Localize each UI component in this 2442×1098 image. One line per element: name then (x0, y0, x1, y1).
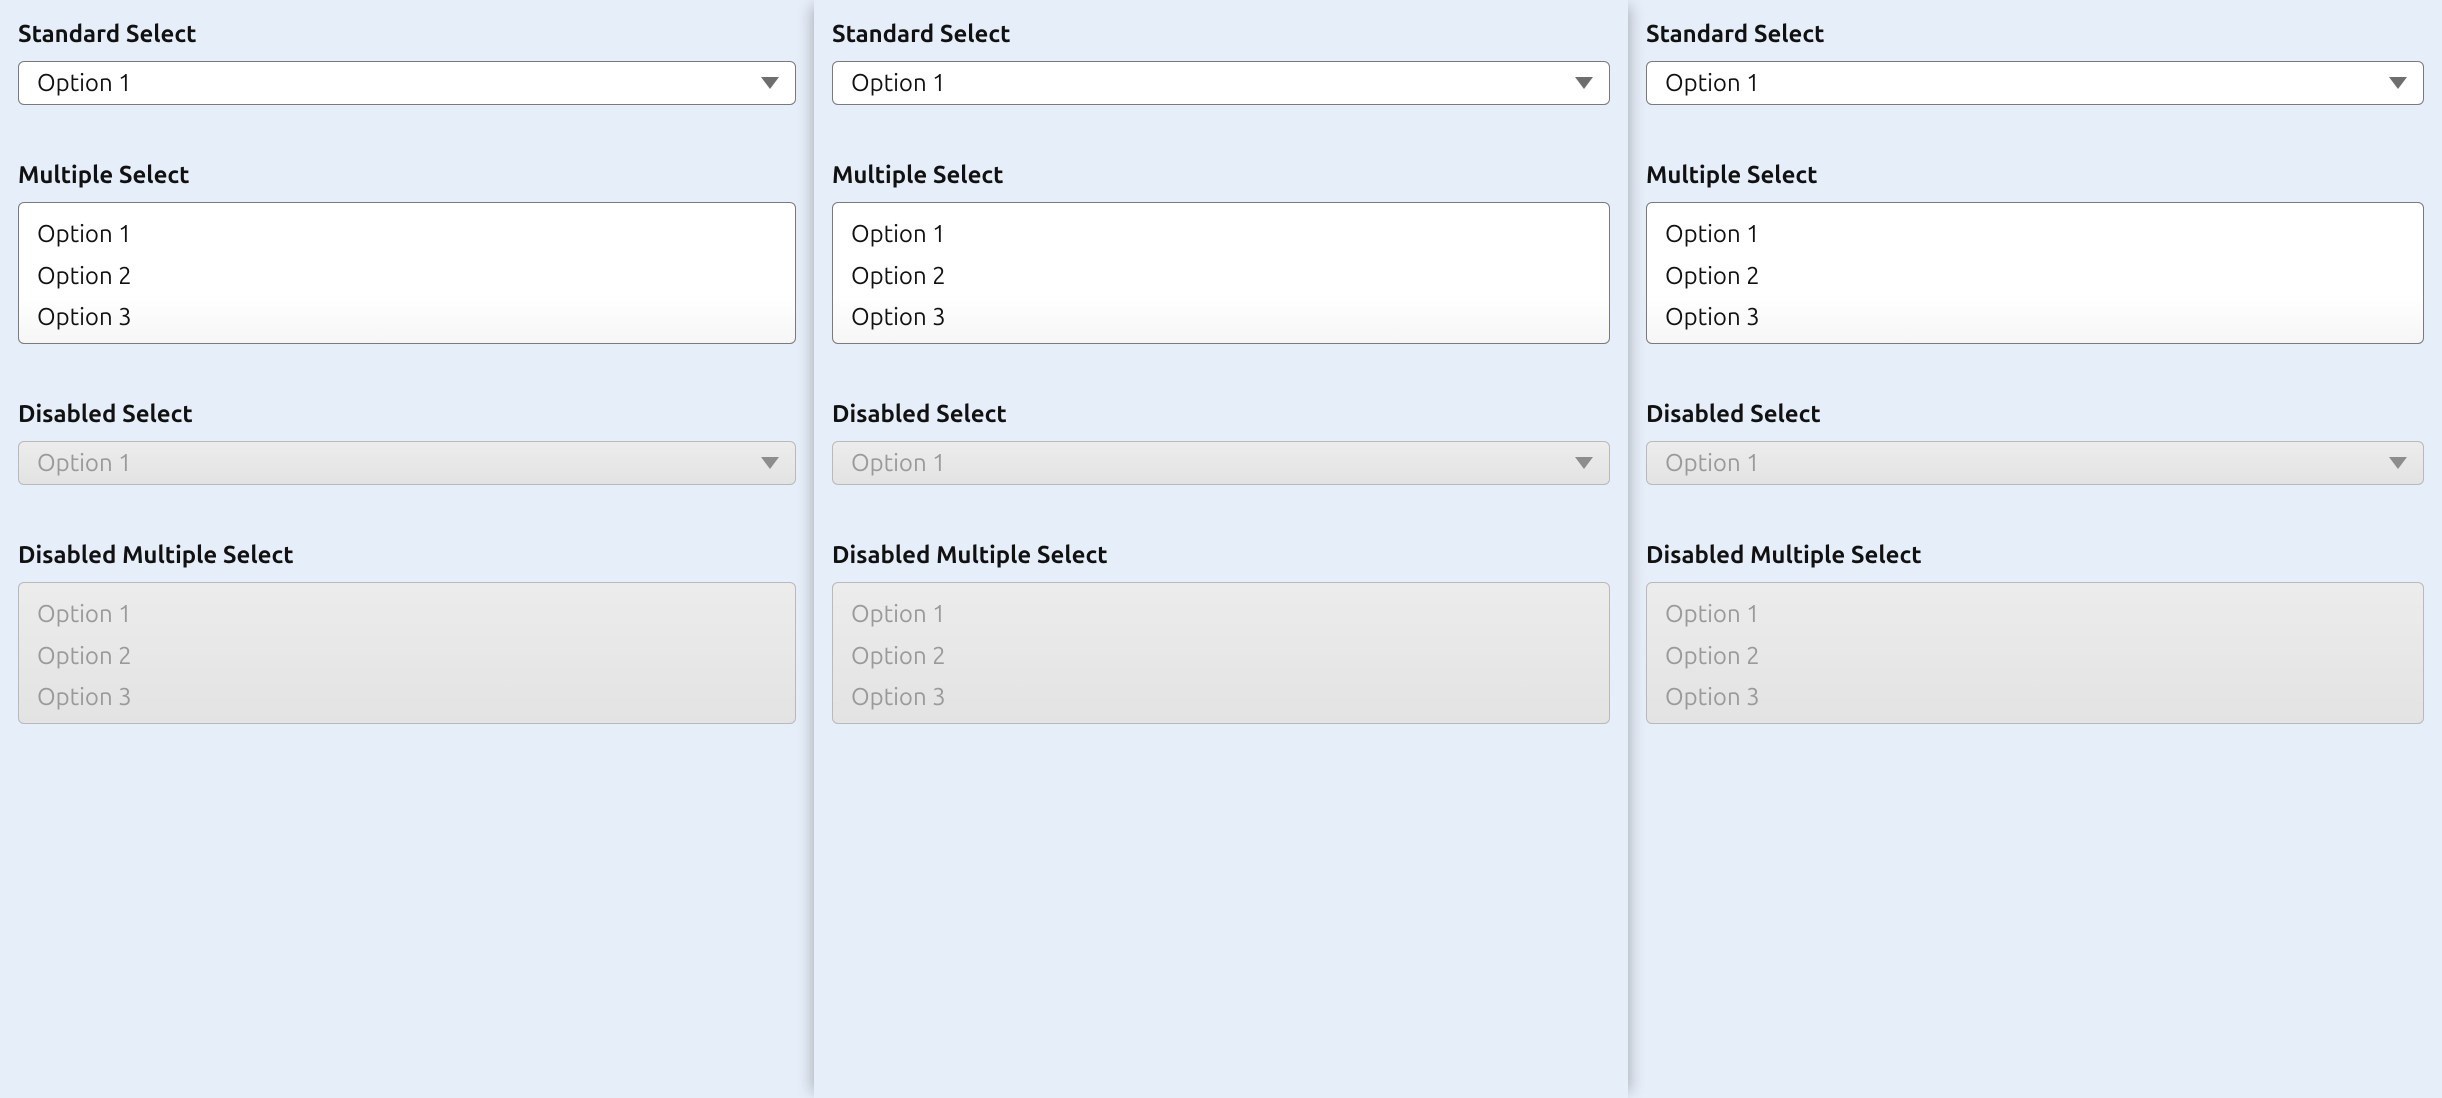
disabled-multiple-option-2: Option 2 (833, 635, 1609, 677)
multiple-select-label: Multiple Select (832, 161, 1610, 188)
disabled-select-label: Disabled Select (1646, 400, 2424, 427)
disabled-multiple-group: Disabled Multiple Select Option 1 Option… (18, 541, 796, 724)
disabled-select-value: Option 1 (37, 451, 132, 475)
disabled-multiple-select: Option 1 Option 2 Option 3 (18, 582, 796, 724)
disabled-multiple-option-3: Option 3 (19, 676, 795, 718)
disabled-select: Option 1 (1646, 441, 2424, 485)
caret-down-icon (761, 77, 779, 89)
standard-select-value: Option 1 (851, 71, 946, 95)
disabled-multiple-group: Disabled Multiple Select Option 1 Option… (832, 541, 1610, 724)
multiple-option-3[interactable]: Option 3 (1647, 296, 2423, 338)
multiple-select-label: Multiple Select (1646, 161, 2424, 188)
disabled-multiple-option-1: Option 1 (833, 593, 1609, 635)
disabled-multiple-label: Disabled Multiple Select (18, 541, 796, 568)
multiple-select-group: Multiple Select Option 1 Option 2 Option… (18, 161, 796, 344)
demo-column-3: Standard Select Option 1 Multiple Select… (1628, 0, 2442, 1098)
multiple-option-2[interactable]: Option 2 (19, 255, 795, 297)
disabled-select: Option 1 (18, 441, 796, 485)
disabled-multiple-option-2: Option 2 (19, 635, 795, 677)
disabled-select-group: Disabled Select Option 1 (832, 400, 1610, 485)
disabled-multiple-option-3: Option 3 (833, 676, 1609, 718)
caret-down-icon (1575, 77, 1593, 89)
disabled-select-group: Disabled Select Option 1 (1646, 400, 2424, 485)
caret-down-icon (1575, 457, 1593, 469)
disabled-multiple-option-1: Option 1 (19, 593, 795, 635)
standard-select-label: Standard Select (832, 20, 1610, 47)
multiple-option-1[interactable]: Option 1 (19, 213, 795, 255)
multiple-select-group: Multiple Select Option 1 Option 2 Option… (832, 161, 1610, 344)
multiple-option-3[interactable]: Option 3 (833, 296, 1609, 338)
disabled-select-label: Disabled Select (18, 400, 796, 427)
demo-column-2: Standard Select Option 1 Multiple Select… (814, 0, 1628, 1098)
caret-down-icon (2389, 77, 2407, 89)
multiple-option-1[interactable]: Option 1 (1647, 213, 2423, 255)
multiple-select[interactable]: Option 1 Option 2 Option 3 (18, 202, 796, 344)
disabled-multiple-label: Disabled Multiple Select (832, 541, 1610, 568)
multiple-option-1[interactable]: Option 1 (833, 213, 1609, 255)
standard-select[interactable]: Option 1 (1646, 61, 2424, 105)
multiple-select-group: Multiple Select Option 1 Option 2 Option… (1646, 161, 2424, 344)
standard-select-label: Standard Select (18, 20, 796, 47)
disabled-select-label: Disabled Select (832, 400, 1610, 427)
multiple-select-label: Multiple Select (18, 161, 796, 188)
multiple-option-2[interactable]: Option 2 (1647, 255, 2423, 297)
standard-select-group: Standard Select Option 1 (1646, 20, 2424, 105)
disabled-select-group: Disabled Select Option 1 (18, 400, 796, 485)
standard-select-label: Standard Select (1646, 20, 2424, 47)
multiple-option-3[interactable]: Option 3 (19, 296, 795, 338)
disabled-multiple-select: Option 1 Option 2 Option 3 (1646, 582, 2424, 724)
caret-down-icon (761, 457, 779, 469)
disabled-multiple-option-3: Option 3 (1647, 676, 2423, 718)
standard-select-value: Option 1 (1665, 71, 1760, 95)
standard-select-group: Standard Select Option 1 (832, 20, 1610, 105)
multiple-option-2[interactable]: Option 2 (833, 255, 1609, 297)
disabled-multiple-select: Option 1 Option 2 Option 3 (832, 582, 1610, 724)
standard-select[interactable]: Option 1 (832, 61, 1610, 105)
disabled-select-value: Option 1 (1665, 451, 1760, 475)
standard-select-value: Option 1 (37, 71, 132, 95)
disabled-multiple-label: Disabled Multiple Select (1646, 541, 2424, 568)
disabled-multiple-group: Disabled Multiple Select Option 1 Option… (1646, 541, 2424, 724)
disabled-multiple-option-1: Option 1 (1647, 593, 2423, 635)
disabled-select-value: Option 1 (851, 451, 946, 475)
multiple-select[interactable]: Option 1 Option 2 Option 3 (1646, 202, 2424, 344)
standard-select-group: Standard Select Option 1 (18, 20, 796, 105)
standard-select[interactable]: Option 1 (18, 61, 796, 105)
disabled-select: Option 1 (832, 441, 1610, 485)
multiple-select[interactable]: Option 1 Option 2 Option 3 (832, 202, 1610, 344)
caret-down-icon (2389, 457, 2407, 469)
disabled-multiple-option-2: Option 2 (1647, 635, 2423, 677)
demo-column-1: Standard Select Option 1 Multiple Select… (0, 0, 814, 1098)
